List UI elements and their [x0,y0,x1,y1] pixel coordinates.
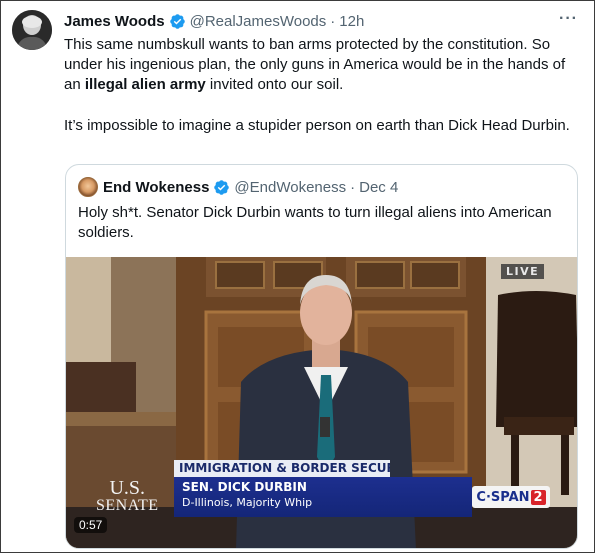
verified-badge-icon [169,13,186,30]
network-name: C·SPAN [476,489,530,505]
author-handle[interactable]: @RealJamesWoods [190,13,327,30]
chyron-speaker-title: D-Illinois, Majority Whip [182,496,313,509]
quoted-author-name: End Wokeness [103,178,210,196]
tweet-text: This same numbskull wants to ban arms pr… [64,35,579,136]
live-badge: LIVE [501,264,545,279]
network-number: 2 [530,489,546,505]
logo-line-1: U.S. [109,477,146,499]
tweet-paragraph-2: It’s impossible to imagine a stupider pe… [64,117,570,134]
author-avatar[interactable] [12,10,52,50]
tweet-text-bold: illegal alien army [84,76,206,93]
chyron-topic: IMMIGRATION & BORDER SECURITY [174,460,390,477]
author-name[interactable]: James Woods [64,13,165,30]
logo-line-2: SENATE [96,497,159,514]
quoted-timestamp: Dec 4 [359,178,399,196]
video-duration: 0:57 [74,517,108,533]
tweet-text-part: invited onto our soil. [205,76,344,93]
tweet-paragraph-1: This same numbskull wants to ban arms pr… [64,35,579,95]
separator-dot: · [350,178,356,196]
video-player[interactable]: LIVE IMMIGRATION & BORDER SECURITY SEN. … [66,257,577,548]
verified-badge-icon [213,179,230,196]
chyron-speaker-name: SEN. DICK DURBIN [182,480,307,494]
quoted-author-avatar [78,177,98,197]
cspan2-logo: C·SPAN 2 [472,486,550,508]
us-senate-logo: U.S. SENATE [96,477,159,515]
timestamp[interactable]: 12h [339,13,364,30]
quoted-author-handle: @EndWokeness [234,178,347,196]
quoted-tweet[interactable]: End Wokeness @EndWokeness · Dec 4 Holy s… [65,164,578,549]
chyron-lower-third: SEN. DICK DURBIN D-Illinois, Majority Wh… [174,477,472,517]
tweet-header: James Woods @RealJamesWoods · 12h [64,11,364,31]
tweet-card[interactable]: James Woods @RealJamesWoods · 12h ··· Th… [0,0,595,553]
quoted-tweet-text: Holy sh*t. Senator Dick Durbin wants to … [78,204,552,241]
more-options-icon[interactable]: ··· [559,10,578,28]
separator-dot: · [330,12,336,30]
quoted-tweet-header: End Wokeness @EndWokeness · Dec 4 [78,177,398,197]
